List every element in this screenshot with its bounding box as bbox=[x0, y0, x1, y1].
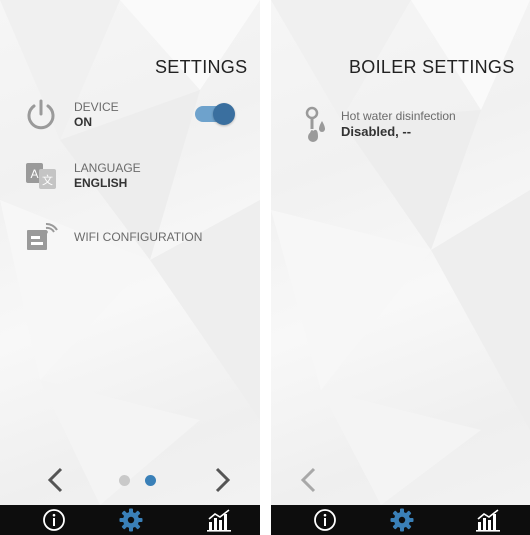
language-label: LANGUAGE bbox=[74, 161, 141, 175]
gear-icon[interactable] bbox=[119, 508, 143, 532]
language-icon: A 文 bbox=[22, 157, 60, 195]
bottom-bar bbox=[0, 505, 260, 535]
info-icon[interactable] bbox=[313, 508, 337, 532]
power-icon bbox=[22, 96, 60, 134]
chevron-right-icon[interactable] bbox=[210, 466, 234, 494]
toggle-knob bbox=[213, 103, 235, 125]
settings-screen: SETTINGS DEVICE ON A 文 LANGUAGE ENGLISH … bbox=[0, 0, 260, 535]
background-facets bbox=[271, 0, 530, 505]
statistics-icon[interactable] bbox=[476, 508, 500, 532]
hot-water-disinfection-label: Hot water disinfection bbox=[341, 109, 456, 123]
wifi-label: WIFI CONFIGURATION bbox=[74, 229, 203, 244]
hot-water-disinfection-value: Disabled, -- bbox=[341, 124, 412, 139]
chevron-left-icon[interactable] bbox=[297, 466, 321, 494]
page-dot-1[interactable] bbox=[119, 475, 130, 486]
settings-item-wifi[interactable]: WIFI CONFIGURATION bbox=[22, 218, 202, 256]
language-value: ENGLISH bbox=[74, 176, 128, 190]
background-facets bbox=[0, 0, 260, 505]
boiler-settings-screen: BOILER SETTINGS Hot water disinfection D… bbox=[271, 0, 530, 535]
settings-item-hot-water-disinfection[interactable]: Hot water disinfection Disabled, -- bbox=[303, 104, 456, 144]
statistics-icon[interactable] bbox=[207, 508, 231, 532]
gear-icon[interactable] bbox=[390, 508, 414, 532]
chevron-left-icon[interactable] bbox=[44, 466, 68, 494]
svg-text:文: 文 bbox=[42, 173, 53, 187]
device-value: ON bbox=[74, 115, 92, 129]
settings-item-language[interactable]: A 文 LANGUAGE ENGLISH bbox=[22, 157, 141, 195]
settings-item-device[interactable]: DEVICE ON bbox=[22, 96, 119, 134]
wifi-config-icon bbox=[22, 218, 60, 256]
device-toggle[interactable] bbox=[195, 103, 237, 125]
water-thermometer-icon bbox=[303, 104, 333, 144]
device-label: DEVICE bbox=[74, 100, 119, 114]
svg-text:A: A bbox=[30, 167, 38, 181]
bottom-bar bbox=[271, 505, 530, 535]
page-title: BOILER SETTINGS bbox=[349, 57, 515, 77]
page-dot-2-active[interactable] bbox=[145, 475, 156, 486]
info-icon[interactable] bbox=[42, 508, 66, 532]
page-title: SETTINGS bbox=[155, 57, 248, 77]
